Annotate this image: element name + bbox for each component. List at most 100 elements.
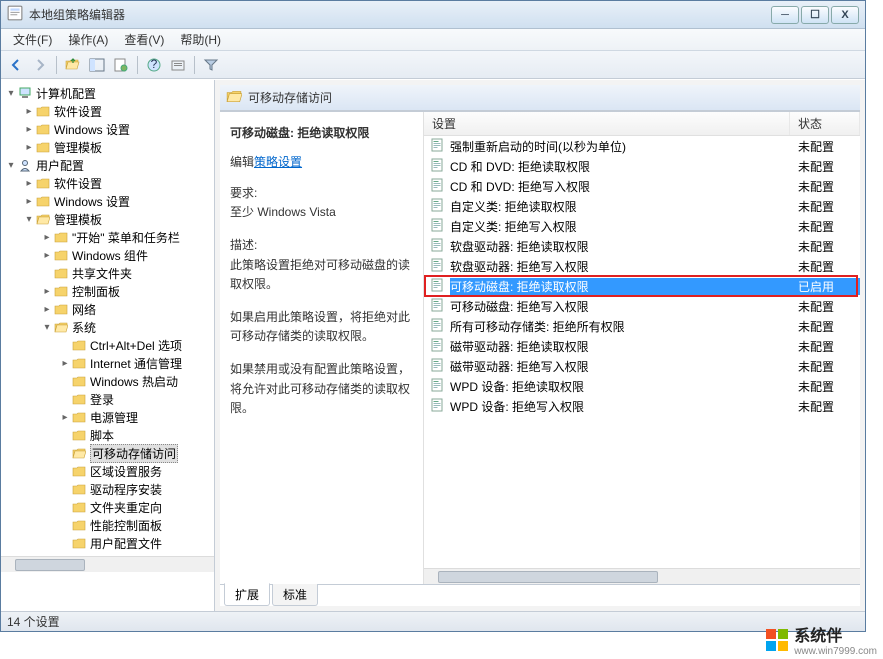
folder-icon — [71, 499, 87, 515]
edit-policy-link[interactable]: 策略设置 — [254, 155, 302, 169]
tree-item[interactable]: ▸软件设置 — [1, 174, 215, 192]
forward-button[interactable] — [29, 54, 51, 76]
tree-item[interactable]: ▸Windows 组件 — [1, 246, 215, 264]
list-h-scrollbar[interactable] — [424, 568, 860, 584]
policy-name: CD 和 DVD: 拒绝读取权限 — [450, 158, 798, 175]
folder-icon — [71, 355, 87, 371]
policy-icon — [430, 138, 446, 154]
tree-item[interactable]: 登录 — [1, 390, 215, 408]
tree-item[interactable]: 脚本 — [1, 426, 215, 444]
tab-strip: 扩展 标准 — [220, 584, 860, 606]
tree-item[interactable]: ▸网络 — [1, 300, 215, 318]
policy-row[interactable]: 可移动磁盘: 拒绝写入权限未配置 — [424, 296, 860, 316]
back-button[interactable] — [5, 54, 27, 76]
folder-icon — [53, 247, 69, 263]
minimize-button[interactable]: ─ — [771, 6, 799, 24]
column-headers[interactable]: 设置 状态 — [424, 112, 860, 136]
tree-item[interactable]: 共享文件夹 — [1, 264, 215, 282]
column-setting[interactable]: 设置 — [424, 112, 790, 135]
tree-removable-storage[interactable]: 可移动存储访问 — [1, 444, 215, 462]
policy-row[interactable]: 强制重新启动的时间(以秒为单位)未配置 — [424, 136, 860, 156]
properties-button[interactable] — [110, 54, 132, 76]
export-button[interactable] — [167, 54, 189, 76]
policy-name: 软盘驱动器: 拒绝读取权限 — [450, 238, 798, 255]
tree-item[interactable]: ▸管理模板 — [1, 138, 215, 156]
policy-icon — [430, 318, 446, 334]
tree-pane[interactable]: ▾计算机配置 ▸软件设置 ▸Windows 设置 ▸管理模板 ▾用户配置 ▸软件… — [1, 80, 215, 611]
policy-row[interactable]: WPD 设备: 拒绝读取权限未配置 — [424, 376, 860, 396]
tree-item[interactable]: 用户配置文件 — [1, 534, 215, 552]
policy-icon — [430, 278, 446, 294]
maximize-button[interactable]: ☐ — [801, 6, 829, 24]
tree-item[interactable]: ▸软件设置 — [1, 102, 215, 120]
main-pane: 可移动存储访问 可移动磁盘: 拒绝读取权限 编辑策略设置 要求: 至少 Wind… — [215, 80, 865, 611]
menu-action[interactable]: 操作(A) — [60, 29, 116, 50]
policy-row[interactable]: 软盘驱动器: 拒绝写入权限未配置 — [424, 256, 860, 276]
computer-icon — [17, 85, 33, 101]
content-area: ▾计算机配置 ▸软件设置 ▸Windows 设置 ▸管理模板 ▾用户配置 ▸软件… — [1, 79, 865, 611]
column-state[interactable]: 状态 — [790, 112, 860, 135]
policy-state: 未配置 — [798, 178, 860, 195]
policy-list[interactable]: 强制重新启动的时间(以秒为单位)未配置CD 和 DVD: 拒绝读取权限未配置CD… — [424, 136, 860, 568]
policy-name: WPD 设备: 拒绝写入权限 — [450, 398, 798, 415]
policy-row[interactable]: 自定义类: 拒绝读取权限未配置 — [424, 196, 860, 216]
folder-icon — [35, 139, 51, 155]
policy-name: 磁带驱动器: 拒绝写入权限 — [450, 358, 798, 375]
tree-item[interactable]: 文件夹重定向 — [1, 498, 215, 516]
tree-item[interactable]: ▸控制面板 — [1, 282, 215, 300]
policy-row[interactable]: 自定义类: 拒绝写入权限未配置 — [424, 216, 860, 236]
policy-row[interactable]: 软盘驱动器: 拒绝读取权限未配置 — [424, 236, 860, 256]
policy-name: 自定义类: 拒绝写入权限 — [450, 218, 798, 235]
policy-row[interactable]: 磁带驱动器: 拒绝写入权限未配置 — [424, 356, 860, 376]
tree-admin-templates[interactable]: ▾管理模板 — [1, 210, 215, 228]
policy-row[interactable]: 所有可移动存储类: 拒绝所有权限未配置 — [424, 316, 860, 336]
tab-extended[interactable]: 扩展 — [224, 583, 270, 606]
tree-item[interactable]: Windows 热启动 — [1, 372, 215, 390]
tree-item[interactable]: 区域设置服务 — [1, 462, 215, 480]
show-hide-tree-button[interactable] — [86, 54, 108, 76]
menu-view[interactable]: 查看(V) — [116, 29, 172, 50]
policy-icon — [430, 298, 446, 314]
menu-help[interactable]: 帮助(H) — [172, 29, 229, 50]
requirements-value: 至少 Windows Vista — [230, 203, 413, 222]
policy-row[interactable]: CD 和 DVD: 拒绝读取权限未配置 — [424, 156, 860, 176]
tree-user-config[interactable]: ▾用户配置 — [1, 156, 215, 174]
edit-prefix: 编辑 — [230, 155, 254, 169]
policy-icon — [430, 158, 446, 174]
folder-icon — [71, 409, 87, 425]
tree-item[interactable]: ▸Internet 通信管理 — [1, 354, 215, 372]
folder-icon — [35, 103, 51, 119]
tree-system[interactable]: ▾系统 — [1, 318, 215, 336]
folder-icon — [71, 391, 87, 407]
tree-h-scrollbar[interactable] — [1, 556, 214, 572]
policy-icon — [430, 358, 446, 374]
up-button[interactable] — [62, 54, 84, 76]
tree-item[interactable]: 性能控制面板 — [1, 516, 215, 534]
tree-item[interactable]: ▸"开始" 菜单和任务栏 — [1, 228, 215, 246]
policy-name: 强制重新启动的时间(以秒为单位) — [450, 138, 798, 155]
policy-name: 可移动磁盘: 拒绝读取权限 — [450, 278, 798, 295]
filter-button[interactable] — [200, 54, 222, 76]
tree-computer-config[interactable]: ▾计算机配置 — [1, 84, 215, 102]
tree-item[interactable]: 驱动程序安装 — [1, 480, 215, 498]
menu-file[interactable]: 文件(F) — [5, 29, 60, 50]
tree-item[interactable]: ▸电源管理 — [1, 408, 215, 426]
tab-standard[interactable]: 标准 — [272, 584, 318, 606]
policy-row[interactable]: 磁带驱动器: 拒绝读取权限未配置 — [424, 336, 860, 356]
close-button[interactable]: X — [831, 6, 859, 24]
menu-bar: 文件(F) 操作(A) 查看(V) 帮助(H) — [1, 29, 865, 51]
watermark-brand: 系统伴 — [794, 622, 877, 646]
tree-item[interactable]: ▸Windows 设置 — [1, 192, 215, 210]
title-bar[interactable]: 本地组策略编辑器 ─ ☐ X — [1, 1, 865, 29]
policy-row[interactable]: CD 和 DVD: 拒绝写入权限未配置 — [424, 176, 860, 196]
help-button[interactable]: ? — [143, 54, 165, 76]
tree-item[interactable]: ▸Windows 设置 — [1, 120, 215, 138]
folder-icon — [35, 193, 51, 209]
policy-row[interactable]: 可移动磁盘: 拒绝读取权限已启用 — [424, 276, 860, 296]
policy-state: 未配置 — [798, 138, 860, 155]
tree-item[interactable]: Ctrl+Alt+Del 选项 — [1, 336, 215, 354]
folder-icon — [71, 535, 87, 551]
policy-row[interactable]: WPD 设备: 拒绝写入权限未配置 — [424, 396, 860, 416]
policy-name: CD 和 DVD: 拒绝写入权限 — [450, 178, 798, 195]
folder-icon — [226, 88, 242, 107]
